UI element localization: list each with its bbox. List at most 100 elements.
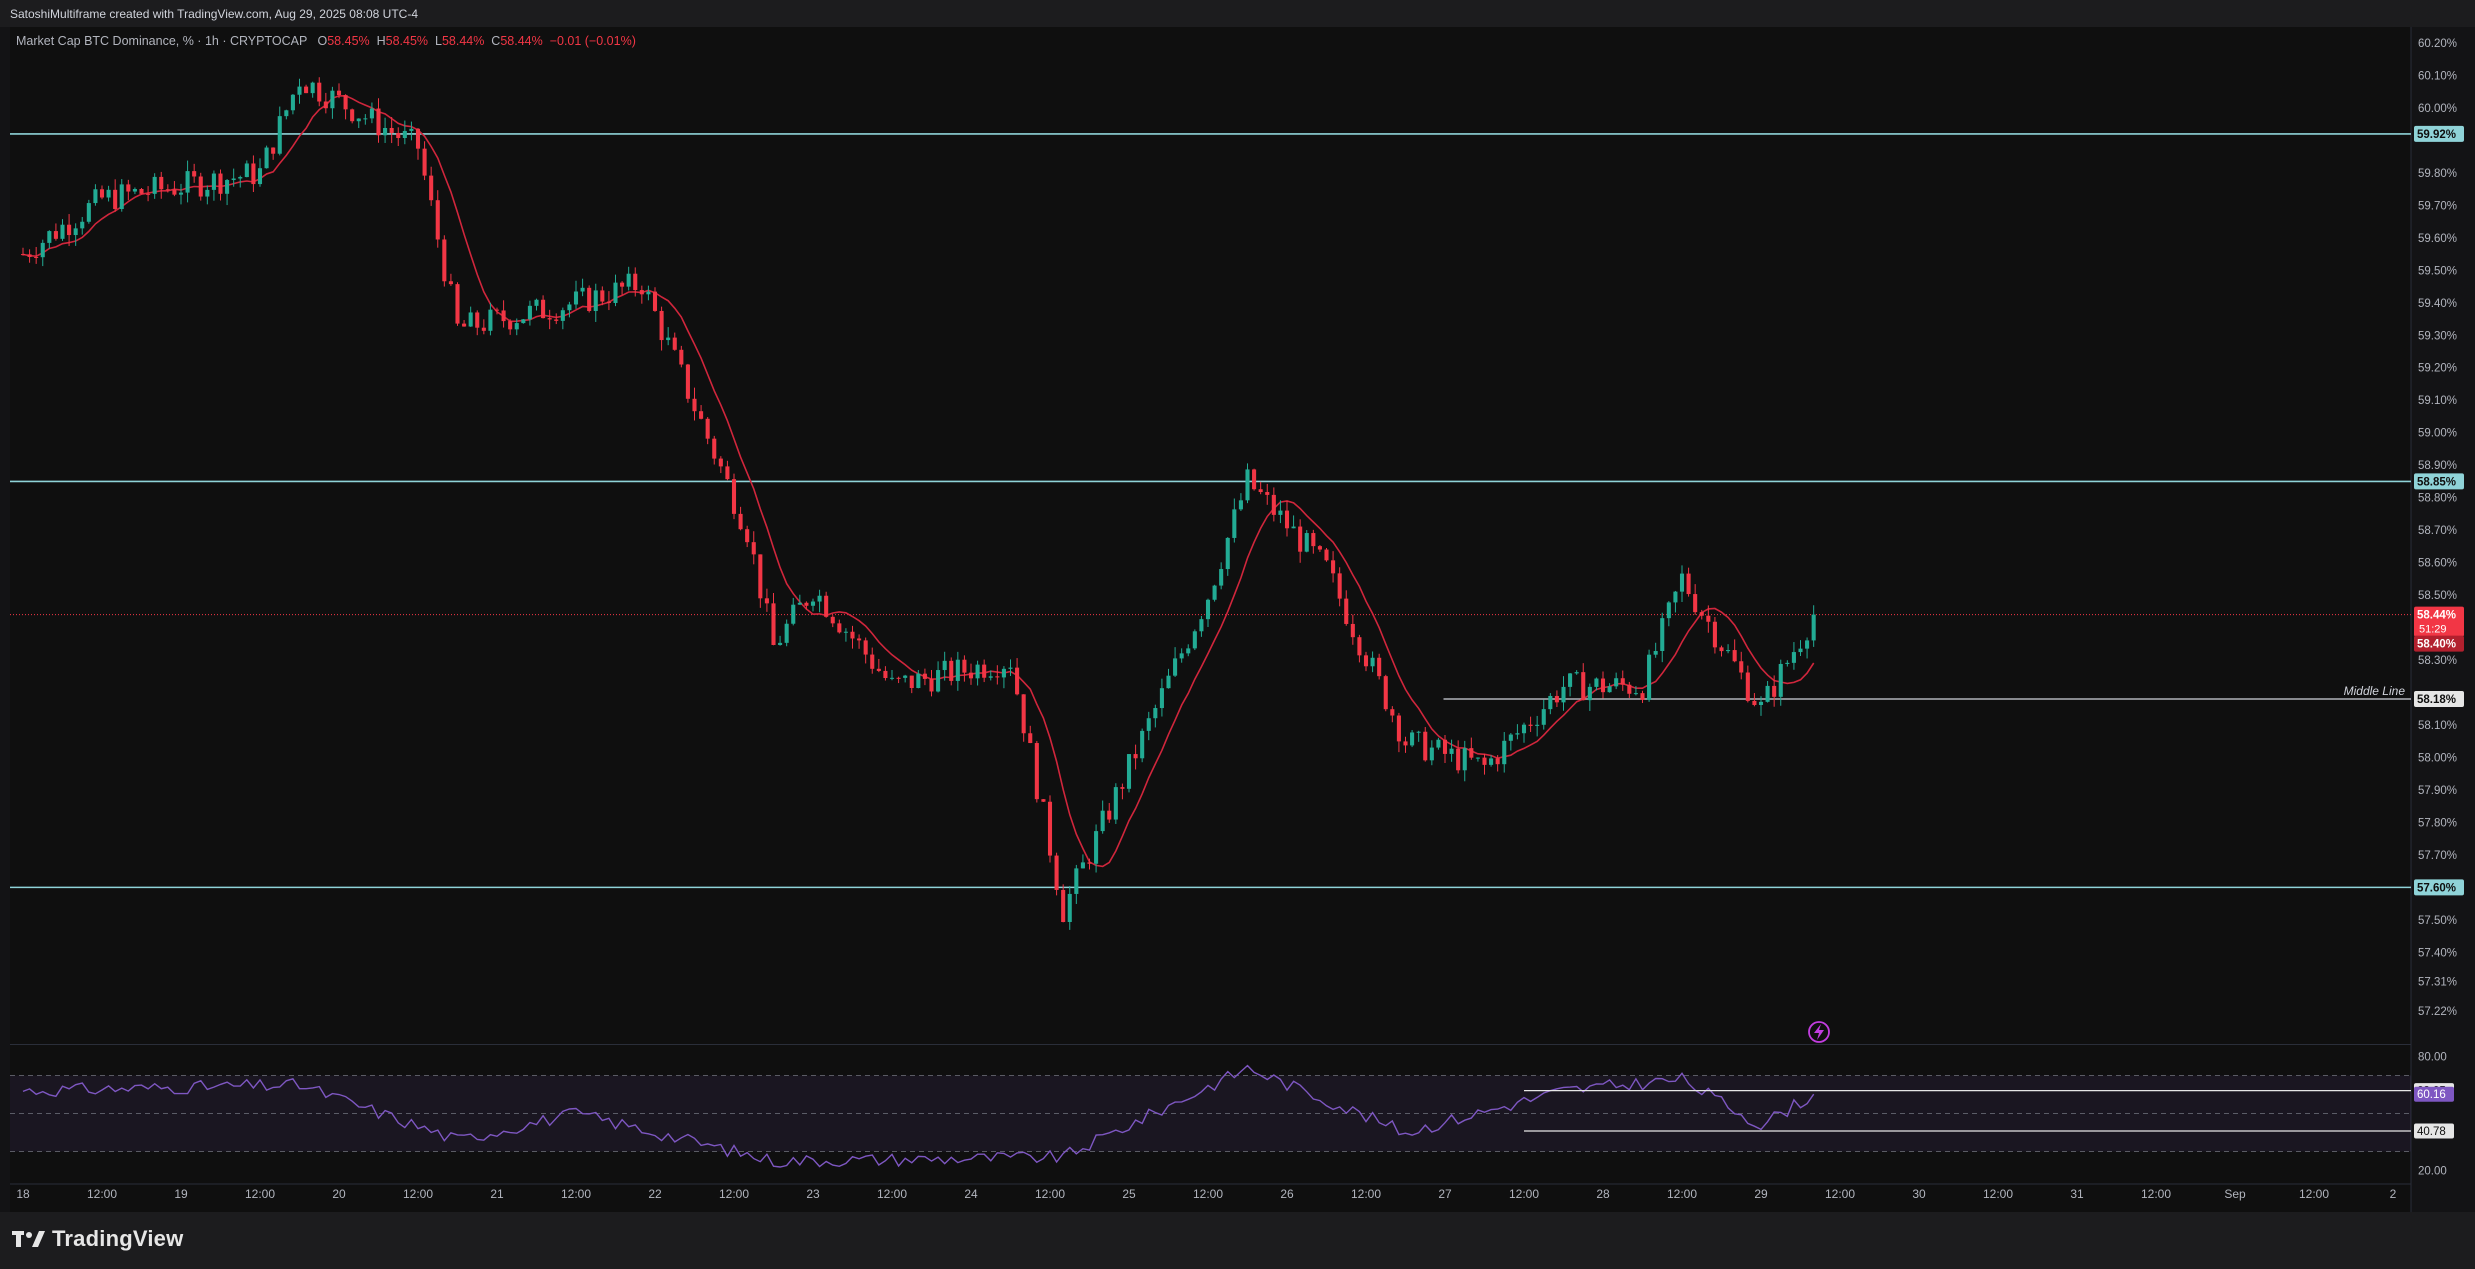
price-tick-label: 57.31% (2418, 977, 2457, 989)
time-tick-label: 22 (648, 1187, 662, 1201)
candle-body (343, 95, 348, 110)
price-axis[interactable]: 60.20% 60.10% 60.00% 59.80% 59.70% 59.60% 59.5… (2418, 38, 2457, 1018)
candle[interactable] (1410, 729, 1415, 748)
candle[interactable] (86, 199, 91, 224)
candle[interactable] (731, 473, 737, 520)
candle[interactable] (264, 145, 269, 169)
candle-body (231, 178, 236, 181)
candle[interactable] (587, 285, 592, 313)
candle[interactable] (1061, 884, 1066, 923)
candle-body (356, 118, 361, 122)
level-price-label[interactable]: 57.60% (2414, 879, 2464, 896)
candle-body (1429, 747, 1434, 761)
candle-body (1521, 724, 1527, 734)
candle[interactable] (1126, 754, 1132, 793)
candle-body (1265, 492, 1270, 495)
candle-body (857, 638, 862, 641)
candle-body (132, 188, 137, 192)
current-price-badge[interactable]: 58.44% 51:29 (2414, 606, 2464, 637)
candle[interactable] (1647, 649, 1652, 702)
time-tick-label: 29 (1754, 1187, 1768, 1201)
candle-body (205, 189, 210, 197)
candle-body (942, 660, 947, 671)
candle-body (685, 364, 690, 399)
candle[interactable] (1054, 852, 1059, 896)
candle-body (547, 318, 552, 320)
candle[interactable] (1383, 674, 1388, 712)
price-tick-label: 60.20% (2418, 38, 2457, 50)
candle-body (1614, 678, 1619, 687)
candle[interactable] (1034, 740, 1039, 803)
candle-body (1061, 889, 1066, 923)
candle[interactable] (685, 363, 690, 403)
ma-price-label[interactable]: 58.40% (2414, 635, 2464, 652)
candle-body (1107, 810, 1112, 820)
candle-body (1699, 612, 1704, 616)
legend-open-label: O (317, 34, 328, 48)
candle-body (705, 418, 710, 439)
candle-body (383, 128, 388, 136)
candle-body (1080, 862, 1085, 869)
candle-body (1291, 526, 1296, 529)
candle[interactable] (442, 235, 447, 287)
price-tick-label: 59.10% (2418, 395, 2457, 407)
price-tick-label: 59.80% (2418, 168, 2457, 180)
candle-body (995, 676, 1000, 678)
candle-body (1357, 637, 1362, 656)
candle-body (1278, 510, 1283, 515)
level-price-label[interactable]: 59.92% (2414, 125, 2464, 142)
middle-line-price-label[interactable]: 58.18% (2414, 691, 2464, 708)
candle[interactable] (1047, 795, 1053, 863)
middle-line-price-label-text: 58.18% (2417, 694, 2456, 706)
rsi-level-label[interactable]: 40.78 (2414, 1123, 2454, 1139)
candle[interactable] (1304, 530, 1309, 553)
candle[interactable] (1324, 548, 1329, 562)
price-chart[interactable]: 59.92% 58.85% 57.60% Middle Line 58.18% 58.44… (0, 0, 2475, 1212)
candle-body (1284, 510, 1290, 529)
candle-body (47, 231, 52, 243)
candle-body (304, 86, 309, 94)
candle[interactable] (350, 108, 355, 124)
candle-body (1528, 724, 1533, 726)
candle-body (271, 147, 276, 154)
candle-body (1666, 602, 1671, 619)
rsi-current-label[interactable]: 60.16 (2414, 1086, 2454, 1102)
candle[interactable] (1212, 584, 1217, 602)
candle[interactable] (198, 172, 203, 201)
candle[interactable] (455, 282, 460, 326)
ma-price-label-text: 58.40% (2417, 639, 2456, 651)
footer: TradingView (0, 1212, 2475, 1269)
candle-body (1620, 678, 1625, 685)
tradingview-logo[interactable]: TradingView (12, 1226, 183, 1252)
candle-body (481, 327, 486, 331)
price-tick-label: 58.50% (2418, 590, 2457, 602)
candle-body (1021, 694, 1026, 734)
candle-body (264, 147, 269, 169)
candle[interactable] (1113, 783, 1118, 824)
legend-change: −0.01 (−0.01%) (549, 34, 636, 48)
candle-body (587, 287, 592, 311)
candle[interactable] (521, 318, 526, 324)
candle-body (218, 173, 223, 194)
candle-body (876, 668, 881, 671)
candle[interactable] (1192, 629, 1197, 651)
candle-body (1554, 695, 1559, 703)
candle-body (1535, 724, 1540, 726)
rsi-tick-label: 80.00 (2418, 1052, 2447, 1064)
candle-body (494, 309, 500, 311)
rsi-current-text: 60.16 (2417, 1089, 2446, 1101)
candle-body (1126, 754, 1132, 789)
candle[interactable] (1041, 798, 1046, 803)
candle-body (93, 189, 98, 204)
candle[interactable] (1423, 726, 1428, 762)
candle-body (1146, 718, 1151, 731)
level-price-label[interactable]: 58.85% (2414, 473, 2464, 490)
candle-body (534, 299, 539, 306)
time-tick-label: 12:00 (719, 1187, 749, 1201)
candle-body (1350, 623, 1355, 638)
candle[interactable] (1252, 468, 1257, 491)
candle-body (1324, 549, 1329, 561)
candle-body (1778, 663, 1783, 697)
legend-low-label: L (434, 34, 442, 48)
candle[interactable] (1140, 728, 1145, 763)
